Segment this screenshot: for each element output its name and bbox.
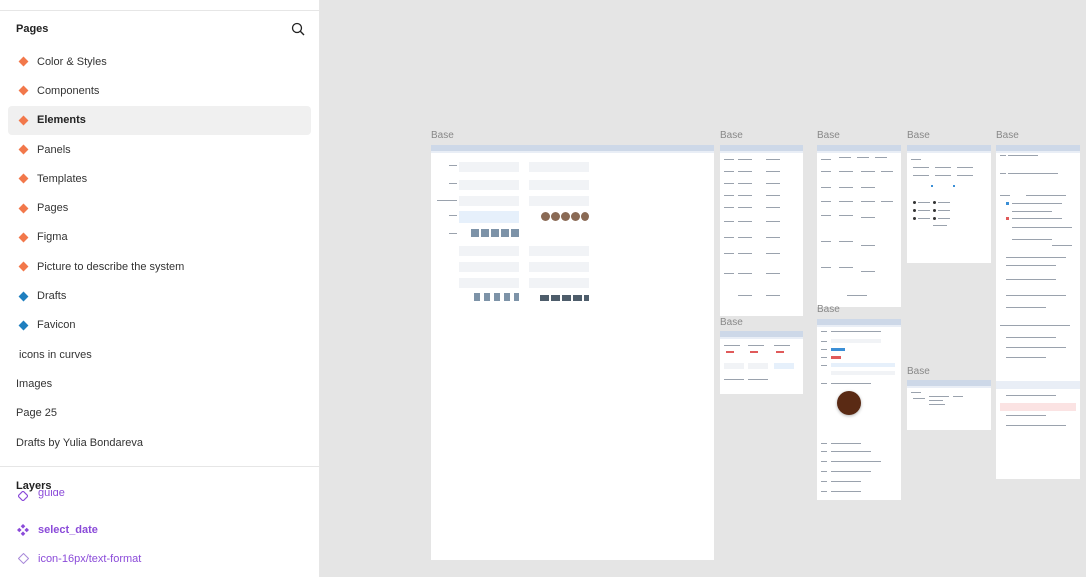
page-item-images[interactable]: Images <box>8 369 311 398</box>
frame-elements[interactable] <box>431 145 714 560</box>
layer-item-label: icon-16px/text-format <box>38 552 142 565</box>
page-item-label: Panels <box>37 143 71 156</box>
frame-templates[interactable] <box>817 145 901 307</box>
layer-list: guide select_date icon-16px/text-format <box>0 490 319 577</box>
frame-label[interactable]: Base <box>817 130 840 141</box>
orange-diamond-icon <box>18 232 29 243</box>
page-item-favicon[interactable]: Favicon <box>8 311 311 340</box>
page-item-page-25[interactable]: Page 25 <box>8 399 311 428</box>
frame-small[interactable] <box>720 331 803 394</box>
frame-lists[interactable] <box>907 145 991 263</box>
frame-panels[interactable] <box>720 145 803 316</box>
page-item-pages[interactable]: Pages <box>8 193 311 222</box>
blue-diamond-icon <box>18 291 29 301</box>
page-item-label: Templates <box>37 172 88 185</box>
pages-panel: Pages Color & Styles Components Elements… <box>0 0 320 577</box>
page-item-label: Elements <box>37 114 86 127</box>
orange-diamond-icon <box>18 56 29 67</box>
page-item-figma[interactable]: Figma <box>8 223 311 252</box>
frame-notifications[interactable] <box>996 145 1080 479</box>
frame-label[interactable]: Base <box>996 130 1019 141</box>
page-item-panels[interactable]: Panels <box>8 135 311 164</box>
page-item-templates[interactable]: Templates <box>8 164 311 193</box>
divider <box>0 10 319 11</box>
layer-item-icon-text-format[interactable]: icon-16px/text-format <box>0 544 319 573</box>
page-item-label: Drafts <box>37 290 67 303</box>
pages-header: Pages <box>0 14 319 44</box>
page-item-label: Color & Styles <box>37 55 107 68</box>
blue-diamond-icon <box>18 320 29 331</box>
page-item-label: icons in curves <box>19 348 92 361</box>
page-item-elements[interactable]: Elements <box>8 105 311 135</box>
design-canvas[interactable]: Base Base Base Base Base Base Base Base <box>320 0 1086 577</box>
page-item-label: Pages <box>37 202 69 215</box>
orange-diamond-icon <box>18 203 29 214</box>
frame-label[interactable]: Base <box>907 366 930 377</box>
frame-label[interactable]: Base <box>431 130 454 141</box>
panel-resize-divider[interactable] <box>0 466 319 467</box>
page-item-drafts[interactable]: Drafts <box>8 281 311 310</box>
orange-diamond-icon <box>18 115 29 126</box>
orange-diamond-icon <box>18 144 29 155</box>
page-item-label: Drafts by Yulia Bondareva <box>16 436 143 449</box>
component-icon <box>17 490 29 502</box>
orange-diamond-icon <box>18 173 29 184</box>
layer-item-label: select_date <box>38 523 98 536</box>
frame-label[interactable]: Base <box>907 130 930 141</box>
page-list: Color & Styles Components Elements Panel… <box>0 47 319 457</box>
pages-title: Pages <box>16 23 49 35</box>
frame-label[interactable]: Base <box>720 130 743 141</box>
layer-item-guide[interactable]: guide <box>0 490 319 502</box>
page-item-label: Components <box>37 84 100 97</box>
frame-forms[interactable] <box>817 319 901 500</box>
page-item-label: Picture to describe the system <box>37 260 185 273</box>
page-item-label: Page 25 <box>16 407 57 420</box>
frame-label[interactable]: Base <box>720 317 743 328</box>
page-item-label: Favicon <box>37 319 76 332</box>
layer-item-select-date[interactable]: select_date <box>0 515 319 544</box>
orange-diamond-icon <box>18 85 29 96</box>
frame-label[interactable]: Base <box>817 304 840 315</box>
orange-diamond-icon <box>18 261 29 272</box>
page-item-color-styles[interactable]: Color & Styles <box>8 47 311 76</box>
frame-tooltip[interactable] <box>907 380 991 430</box>
instance-icon <box>17 553 29 565</box>
page-item-drafts-yulia[interactable]: Drafts by Yulia Bondareva <box>8 428 311 457</box>
page-item-picture[interactable]: Picture to describe the system <box>8 252 311 281</box>
page-item-icons-in-curves[interactable]: icons in curves <box>8 340 311 369</box>
page-item-label: Figma <box>37 231 68 244</box>
layer-item-label: guide <box>38 490 65 499</box>
page-item-components[interactable]: Components <box>8 76 311 105</box>
page-item-label: Images <box>16 377 53 390</box>
component-set-icon <box>17 523 29 536</box>
search-icon[interactable] <box>289 20 307 38</box>
